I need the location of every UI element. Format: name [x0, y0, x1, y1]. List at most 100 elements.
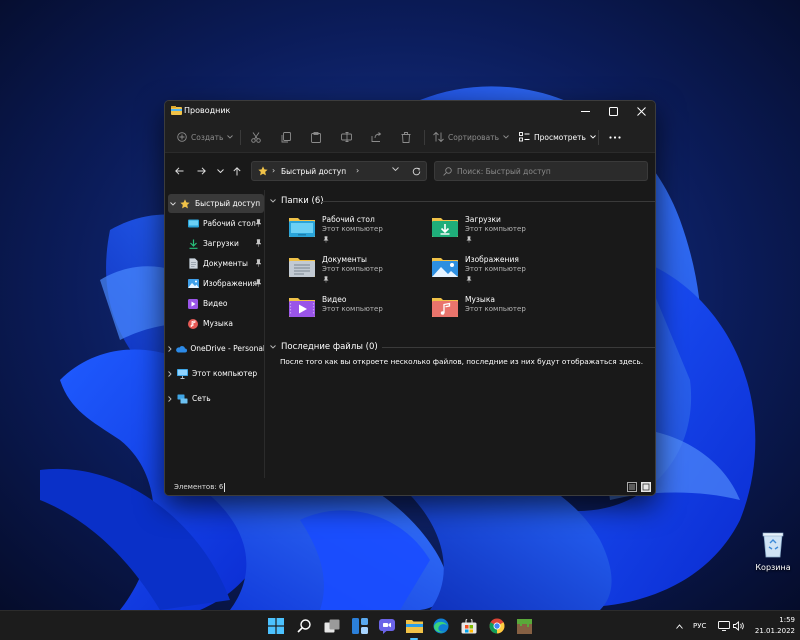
- recent-files-group-header[interactable]: Последние файлы (0): [270, 340, 655, 354]
- search-box[interactable]: [434, 161, 648, 181]
- sort-icon: [433, 132, 444, 142]
- breadcrumb-quick-access[interactable]: Быстрый доступ: [281, 167, 346, 176]
- file-explorer-icon: [171, 106, 182, 115]
- tiles-view-button[interactable]: [641, 482, 651, 492]
- address-dropdown-icon[interactable]: [392, 167, 399, 172]
- teams-chat-button[interactable]: [377, 616, 397, 636]
- clock-time: 1:59: [779, 616, 795, 624]
- sidebar-item-quick-access[interactable]: Быстрый доступ: [168, 194, 264, 213]
- paste-icon: [311, 131, 321, 143]
- sidebar-item-videos[interactable]: Видео: [165, 294, 264, 313]
- network-icon: [175, 392, 189, 406]
- share-icon: [371, 132, 382, 142]
- sidebar-item-label: Сеть: [192, 394, 211, 403]
- forward-button[interactable]: [194, 164, 208, 178]
- folder-tile-videos[interactable]: Видео Этот компьютер: [288, 295, 428, 333]
- pin-icon: [323, 236, 329, 243]
- network-tray-button[interactable]: [718, 611, 730, 640]
- folder-tile-downloads[interactable]: Загрузки Этот компьютер: [431, 215, 571, 253]
- details-view-button[interactable]: [627, 482, 637, 492]
- folders-group-title: Папки (6): [281, 196, 324, 206]
- chevron-right-icon[interactable]: [165, 345, 174, 352]
- folder-tile-documents[interactable]: Документы Этот компьютер: [288, 255, 428, 293]
- refresh-button[interactable]: [409, 164, 423, 178]
- music-folder-icon: [432, 298, 458, 317]
- folder-tile-desktop[interactable]: Рабочий стол Этот компьютер: [288, 215, 428, 253]
- breadcrumb-chevron-icon[interactable]: ›: [356, 166, 359, 175]
- minecraft-button[interactable]: [514, 616, 534, 636]
- delete-button[interactable]: [401, 121, 411, 153]
- chevron-right-icon[interactable]: [165, 395, 175, 402]
- edge-icon: [433, 618, 449, 634]
- explorer-body: Быстрый доступ Рабочий стол Загрузки Док…: [165, 190, 655, 478]
- folder-name: Видео: [322, 295, 347, 304]
- cut-icon: [251, 131, 261, 143]
- up-button[interactable]: [230, 164, 244, 178]
- folders-group-header[interactable]: Папки (6): [270, 194, 655, 208]
- search-input[interactable]: [457, 165, 642, 178]
- star-icon: [178, 197, 192, 211]
- sidebar-item-music[interactable]: Музыка: [165, 314, 264, 333]
- edge-button[interactable]: [431, 616, 451, 636]
- sidebar-item-network[interactable]: Сеть: [165, 389, 264, 408]
- recent-files-empty-message: После того как вы откроете несколько фай…: [279, 357, 644, 366]
- microsoft-store-button[interactable]: [459, 616, 479, 636]
- chevron-down-icon: [270, 345, 276, 349]
- rename-button[interactable]: [341, 121, 352, 153]
- taskbar-clock[interactable]: 1:59 21.01.2022: [745, 615, 795, 637]
- sidebar-item-pictures[interactable]: Изображения: [165, 274, 264, 293]
- chevron-right-icon[interactable]: [165, 370, 175, 377]
- show-hidden-icons-button[interactable]: [676, 611, 683, 640]
- sidebar-item-documents[interactable]: Документы: [165, 254, 264, 273]
- sort-button[interactable]: Сортировать: [433, 121, 509, 153]
- address-row: › Быстрый доступ ›: [165, 153, 655, 189]
- widgets-button[interactable]: [350, 616, 370, 636]
- chrome-button[interactable]: [487, 616, 507, 636]
- paste-button[interactable]: [311, 121, 321, 153]
- sidebar-item-desktop[interactable]: Рабочий стол: [165, 214, 264, 233]
- address-bar[interactable]: › Быстрый доступ ›: [251, 161, 427, 181]
- details-view-icon: [629, 484, 635, 490]
- arrow-up-icon: [233, 166, 241, 175]
- taskbar-search-button[interactable]: [294, 616, 314, 636]
- recycle-bin-desktop-icon[interactable]: Корзина: [748, 530, 798, 572]
- copy-button[interactable]: [281, 121, 291, 153]
- title-bar[interactable]: Проводник: [165, 101, 655, 121]
- folder-tile-music[interactable]: Музыка Этот компьютер: [431, 295, 571, 333]
- back-button[interactable]: [172, 164, 186, 178]
- sidebar-item-onedrive[interactable]: OneDrive - Personal: [165, 339, 265, 358]
- share-button[interactable]: [371, 121, 382, 153]
- folder-tile-pictures[interactable]: Изображения Этот компьютер: [431, 255, 571, 293]
- new-button[interactable]: Создать: [177, 121, 234, 153]
- widgets-icon: [352, 618, 368, 634]
- chevron-down-icon: [590, 135, 596, 139]
- sidebar-item-label: Видео: [203, 299, 228, 308]
- start-button[interactable]: [266, 616, 286, 636]
- music-icon: [186, 317, 200, 331]
- delete-icon: [401, 131, 411, 143]
- sidebar-item-label: Рабочий стол: [203, 219, 256, 228]
- pin-icon: [466, 276, 472, 283]
- more-options-button[interactable]: [609, 121, 621, 153]
- chevron-down-icon[interactable]: [168, 201, 178, 206]
- input-language-indicator[interactable]: РУС: [693, 611, 706, 640]
- navigation-pane: Быстрый доступ Рабочий стол Загрузки Док…: [165, 190, 265, 478]
- view-button[interactable]: Просмотреть: [519, 121, 596, 153]
- cut-button[interactable]: [251, 121, 261, 153]
- maximize-button[interactable]: [599, 101, 627, 121]
- close-button[interactable]: [627, 101, 655, 121]
- pictures-folder-icon: [432, 258, 458, 277]
- chevron-down-icon: [270, 199, 276, 203]
- sidebar-item-label: Изображения: [203, 279, 257, 288]
- minimize-button[interactable]: [571, 101, 599, 121]
- sidebar-item-this-pc[interactable]: Этот компьютер: [165, 364, 264, 383]
- recycle-bin-icon: [762, 532, 784, 558]
- volume-tray-button[interactable]: [733, 611, 744, 640]
- sidebar-item-downloads[interactable]: Загрузки: [165, 234, 264, 253]
- task-view-button[interactable]: [322, 616, 342, 636]
- sidebar-item-label: OneDrive - Personal: [190, 344, 265, 353]
- search-icon: [297, 619, 311, 633]
- file-explorer-taskbar-button[interactable]: [404, 616, 424, 640]
- recent-locations-button[interactable]: [213, 164, 227, 178]
- breadcrumb-chevron-icon: ›: [272, 166, 276, 175]
